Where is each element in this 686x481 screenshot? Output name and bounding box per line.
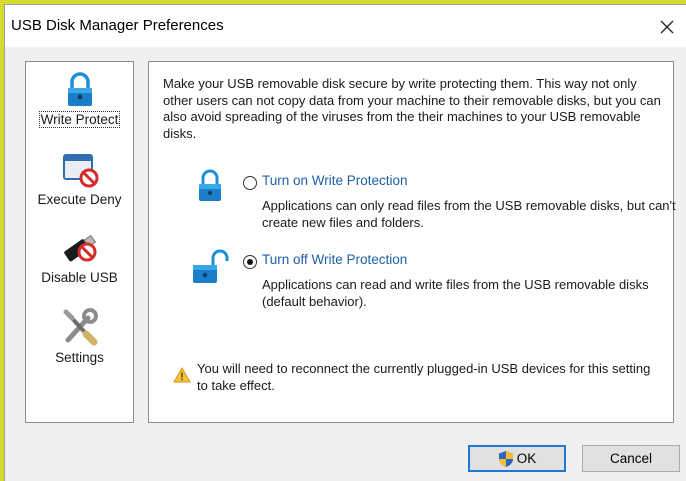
sidebar-item-label: Write Protect [38, 111, 121, 128]
warning-icon [173, 367, 191, 383]
cancel-button-label: Cancel [609, 451, 653, 466]
uac-shield-icon [498, 450, 513, 467]
padlock-icon [67, 72, 92, 106]
panel-description: Make your USB removable disk secure by w… [163, 76, 661, 141]
ok-button[interactable]: OK [468, 445, 566, 472]
title-bar: USB Disk Manager Preferences [5, 5, 686, 47]
sidebar-item-write-protect[interactable]: Write Protect [26, 72, 133, 128]
sidebar-item-settings[interactable]: Settings [26, 308, 133, 365]
write-protection-off-radio[interactable] [243, 255, 257, 269]
sidebar: Write Protect Execute Deny Disable USB S… [25, 61, 134, 423]
write-protection-on-label[interactable]: Turn on Write Protection [262, 173, 408, 188]
sidebar-item-execute-deny[interactable]: Execute Deny [26, 152, 133, 207]
write-protection-on-description: Applications can only read files from th… [262, 198, 676, 230]
window-title: USB Disk Manager Preferences [11, 17, 224, 34]
sidebar-item-label: Execute Deny [37, 192, 122, 207]
ok-button-label: OK [516, 451, 537, 466]
sidebar-item-disable-usb[interactable]: Disable USB [26, 230, 133, 285]
warning-message: You will need to reconnect the currently… [197, 361, 651, 393]
sidebar-item-label: Disable USB [41, 270, 118, 285]
close-icon [660, 20, 674, 34]
write-protection-on-radio[interactable] [243, 176, 257, 190]
cancel-button[interactable]: Cancel [582, 445, 680, 472]
write-protection-off-description: Applications can read and write files fr… [262, 277, 649, 309]
lock-closed-icon [199, 169, 221, 201]
write-protection-off-label[interactable]: Turn off Write Protection [262, 252, 407, 267]
preferences-window: USB Disk Manager Preferences Write Prote… [4, 4, 686, 481]
lock-open-icon [193, 249, 229, 283]
sidebar-item-label: Settings [55, 350, 104, 365]
usb-deny-icon [63, 234, 96, 262]
tools-icon [63, 308, 98, 346]
close-button[interactable] [652, 13, 682, 41]
window-deny-icon [62, 154, 98, 188]
write-protect-panel: Make your USB removable disk secure by w… [148, 61, 676, 423]
